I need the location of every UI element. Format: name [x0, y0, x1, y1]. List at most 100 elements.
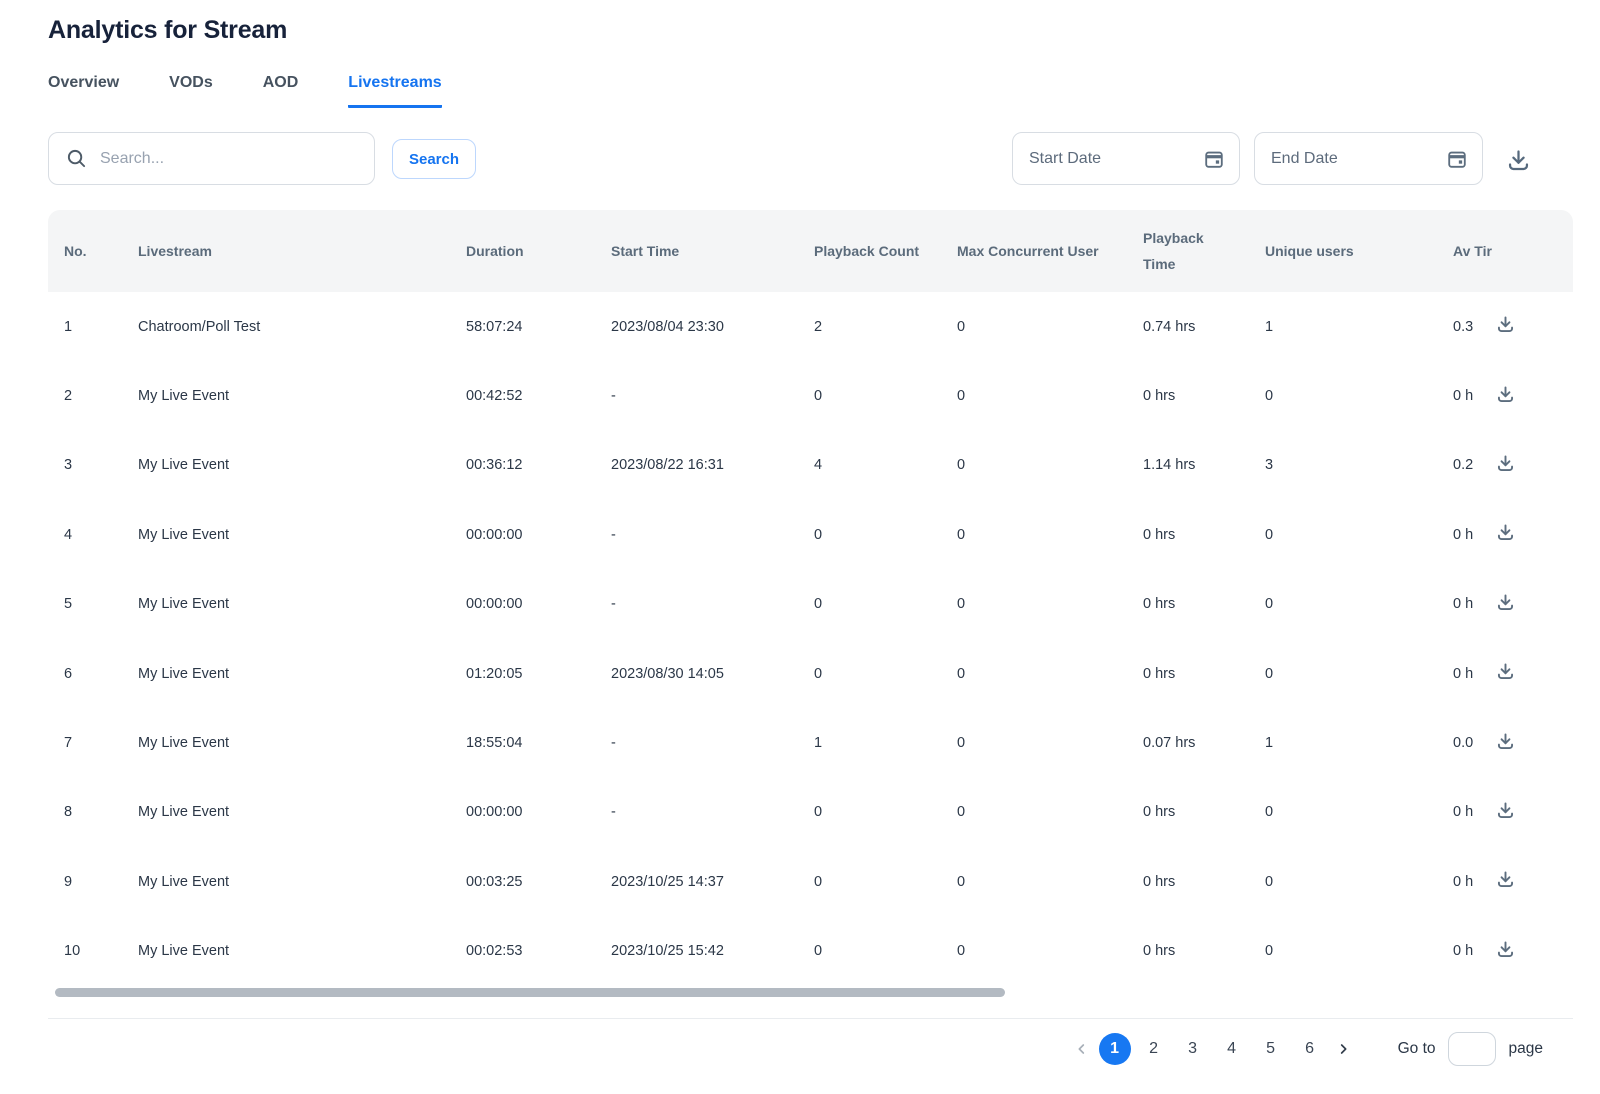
row-download-button[interactable] [1495, 799, 1517, 821]
page-button[interactable]: 6 [1294, 1033, 1326, 1065]
table-row: 10 My Live Event 00:02:53 2023/10/25 15:… [48, 917, 1573, 986]
cell-livestream: My Live Event [138, 874, 466, 890]
cell-livestream: My Live Event [138, 804, 466, 820]
cell-playback-time: 0 hrs [1143, 388, 1265, 404]
cell-start-time: 2023/10/25 14:37 [611, 874, 814, 890]
cell-avg-time: 0.2 [1453, 457, 1495, 473]
cell-max-concurrent-user: 0 [957, 874, 1143, 890]
row-download-button[interactable] [1495, 452, 1517, 474]
page-button[interactable]: 5 [1255, 1033, 1287, 1065]
download-icon [1495, 453, 1517, 474]
row-download-button[interactable] [1495, 869, 1517, 891]
next-page-button[interactable] [1330, 1033, 1356, 1065]
table-body: 1 Chatroom/Poll Test 58:07:24 2023/08/04… [48, 292, 1573, 986]
cell-unique-users: 0 [1265, 874, 1453, 890]
table-row: 5 My Live Event 00:00:00 - 0 0 0 hrs 0 0… [48, 570, 1573, 639]
tab-bar: Overview VODs AOD Livestreams [48, 74, 442, 108]
page-button[interactable]: 3 [1177, 1033, 1209, 1065]
cell-no: 3 [64, 457, 138, 473]
cell-avg-time: 0 h [1453, 874, 1495, 890]
tab-livestreams[interactable]: Livestreams [348, 74, 441, 108]
column-header-avg-time: Av Tir [1453, 238, 1495, 264]
cell-duration: 00:00:00 [466, 596, 611, 612]
cell-no: 7 [64, 735, 138, 751]
cell-no: 2 [64, 388, 138, 404]
column-header-duration: Duration [466, 238, 611, 264]
cell-duration: 00:42:52 [466, 388, 611, 404]
end-date-field[interactable]: End Date [1254, 132, 1483, 185]
cell-start-time: 2023/10/25 15:42 [611, 943, 814, 959]
cell-livestream: My Live Event [138, 596, 466, 612]
row-download-button[interactable] [1495, 522, 1517, 544]
cell-max-concurrent-user: 0 [957, 666, 1143, 682]
cell-max-concurrent-user: 0 [957, 319, 1143, 335]
cell-playback-time: 1.14 hrs [1143, 457, 1265, 473]
cell-max-concurrent-user: 0 [957, 804, 1143, 820]
page-button[interactable]: 4 [1216, 1033, 1248, 1065]
cell-playback-count: 0 [814, 527, 957, 543]
column-header-playback-count: Playback Count [814, 238, 957, 264]
cell-playback-time: 0.07 hrs [1143, 735, 1265, 751]
cell-start-time: 2023/08/04 23:30 [611, 319, 814, 335]
cell-playback-count: 2 [814, 319, 957, 335]
cell-playback-time: 0 hrs [1143, 527, 1265, 543]
cell-avg-time: 0.0 [1453, 735, 1495, 751]
cell-playback-time: 0 hrs [1143, 804, 1265, 820]
cell-avg-time: 0 h [1453, 527, 1495, 543]
cell-unique-users: 1 [1265, 735, 1453, 751]
cell-unique-users: 0 [1265, 666, 1453, 682]
column-header-max-concurrent-user: Max Concurrent User [957, 238, 1143, 264]
cell-avg-time: 0 h [1453, 943, 1495, 959]
row-download-button[interactable] [1495, 730, 1517, 752]
cell-duration: 01:20:05 [466, 666, 611, 682]
cell-duration: 00:36:12 [466, 457, 611, 473]
row-download-button[interactable] [1495, 383, 1517, 405]
cell-avg-time: 0 h [1453, 666, 1495, 682]
cell-start-time: - [611, 388, 814, 404]
search-input[interactable] [100, 150, 340, 168]
table-row: 6 My Live Event 01:20:05 2023/08/30 14:0… [48, 639, 1573, 708]
table-row: 4 My Live Event 00:00:00 - 0 0 0 hrs 0 0… [48, 500, 1573, 569]
column-header-livestream: Livestream [138, 238, 466, 264]
download-icon [1495, 592, 1517, 613]
cell-unique-users: 0 [1265, 943, 1453, 959]
start-date-field[interactable]: Start Date [1012, 132, 1240, 185]
export-all-button[interactable] [1505, 145, 1537, 175]
tab-vods[interactable]: VODs [169, 74, 213, 108]
cell-no: 8 [64, 804, 138, 820]
livestreams-table: No. Livestream Duration Start Time Playb… [48, 210, 1573, 1079]
tab-overview[interactable]: Overview [48, 74, 119, 108]
column-header-no: No. [64, 238, 138, 264]
cell-unique-users: 1 [1265, 319, 1453, 335]
column-header-start-time: Start Time [611, 238, 814, 264]
download-icon [1495, 384, 1517, 405]
pagination: 123456 Go to page [48, 1019, 1573, 1079]
horizontal-scrollbar-thumb[interactable] [55, 988, 1005, 997]
search-box[interactable] [48, 132, 375, 185]
previous-page-button[interactable] [1069, 1033, 1095, 1065]
page-button[interactable]: 2 [1138, 1033, 1170, 1065]
cell-playback-count: 0 [814, 804, 957, 820]
row-download-button[interactable] [1495, 591, 1517, 613]
cell-max-concurrent-user: 0 [957, 527, 1143, 543]
page-button-active[interactable]: 1 [1099, 1033, 1131, 1065]
calendar-icon [1446, 148, 1468, 170]
download-icon [1495, 800, 1517, 821]
search-button[interactable]: Search [392, 139, 476, 179]
goto-page-input[interactable] [1448, 1032, 1496, 1066]
cell-no: 4 [64, 527, 138, 543]
tab-aod[interactable]: AOD [263, 74, 299, 108]
cell-playback-time: 0 hrs [1143, 596, 1265, 612]
table-row: 9 My Live Event 00:03:25 2023/10/25 14:3… [48, 847, 1573, 916]
row-download-button[interactable] [1495, 314, 1517, 336]
cell-livestream: My Live Event [138, 457, 466, 473]
column-header-unique-users: Unique users [1265, 238, 1453, 264]
cell-avg-time: 0 h [1453, 596, 1495, 612]
table-header-row: No. Livestream Duration Start Time Playb… [48, 210, 1573, 292]
row-download-button[interactable] [1495, 938, 1517, 960]
cell-playback-count: 1 [814, 735, 957, 751]
chevron-right-icon [1335, 1041, 1351, 1057]
row-download-button[interactable] [1495, 661, 1517, 683]
cell-duration: 18:55:04 [466, 735, 611, 751]
cell-unique-users: 0 [1265, 527, 1453, 543]
